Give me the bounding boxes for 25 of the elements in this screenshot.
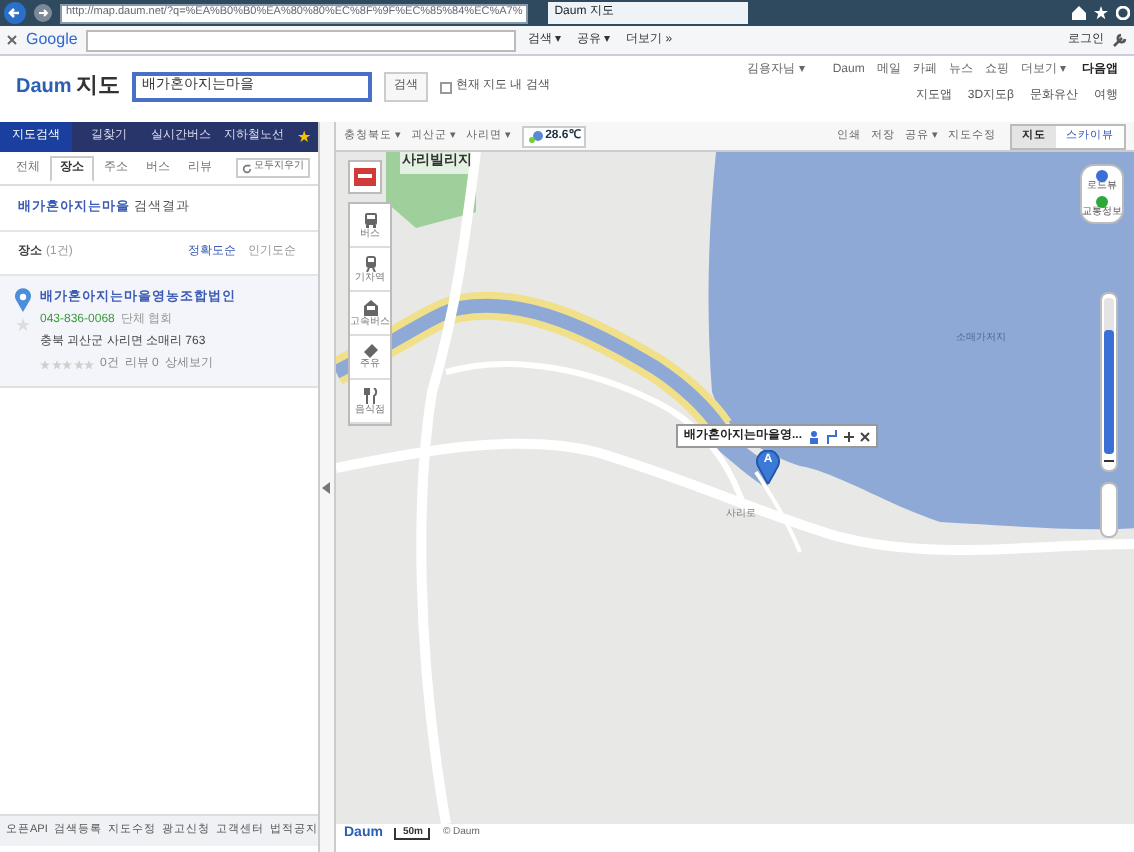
bus-icon	[363, 211, 377, 227]
plus-icon[interactable]	[844, 431, 855, 441]
back-icon[interactable]	[4, 2, 26, 24]
train-icon	[363, 255, 377, 271]
home-icon[interactable]	[1072, 6, 1086, 20]
daum-map-logo: Daum 지도	[16, 72, 120, 100]
close-icon[interactable]	[6, 34, 18, 46]
google-logo: Google	[26, 28, 78, 52]
fork-knife-icon	[363, 387, 377, 403]
coach-icon	[363, 299, 377, 315]
map-tool-button[interactable]	[348, 160, 382, 194]
nav-tab[interactable]: ★	[290, 122, 318, 152]
forward-icon[interactable]	[34, 4, 52, 22]
close-icon[interactable]	[860, 431, 871, 441]
refresh-icon	[242, 163, 252, 173]
collapse-arrow-icon[interactable]	[322, 481, 332, 493]
star-icon[interactable]	[1094, 6, 1108, 20]
toolbar-search-field[interactable]	[85, 29, 516, 51]
route-icon[interactable]	[826, 429, 839, 443]
flag-icon	[354, 168, 376, 186]
star-icon[interactable]	[16, 317, 30, 332]
zoom-slider[interactable]	[1104, 298, 1114, 454]
wrench-icon[interactable]	[1112, 32, 1128, 48]
location-pin-icon	[14, 287, 32, 312]
checkbox[interactable]	[439, 81, 452, 93]
